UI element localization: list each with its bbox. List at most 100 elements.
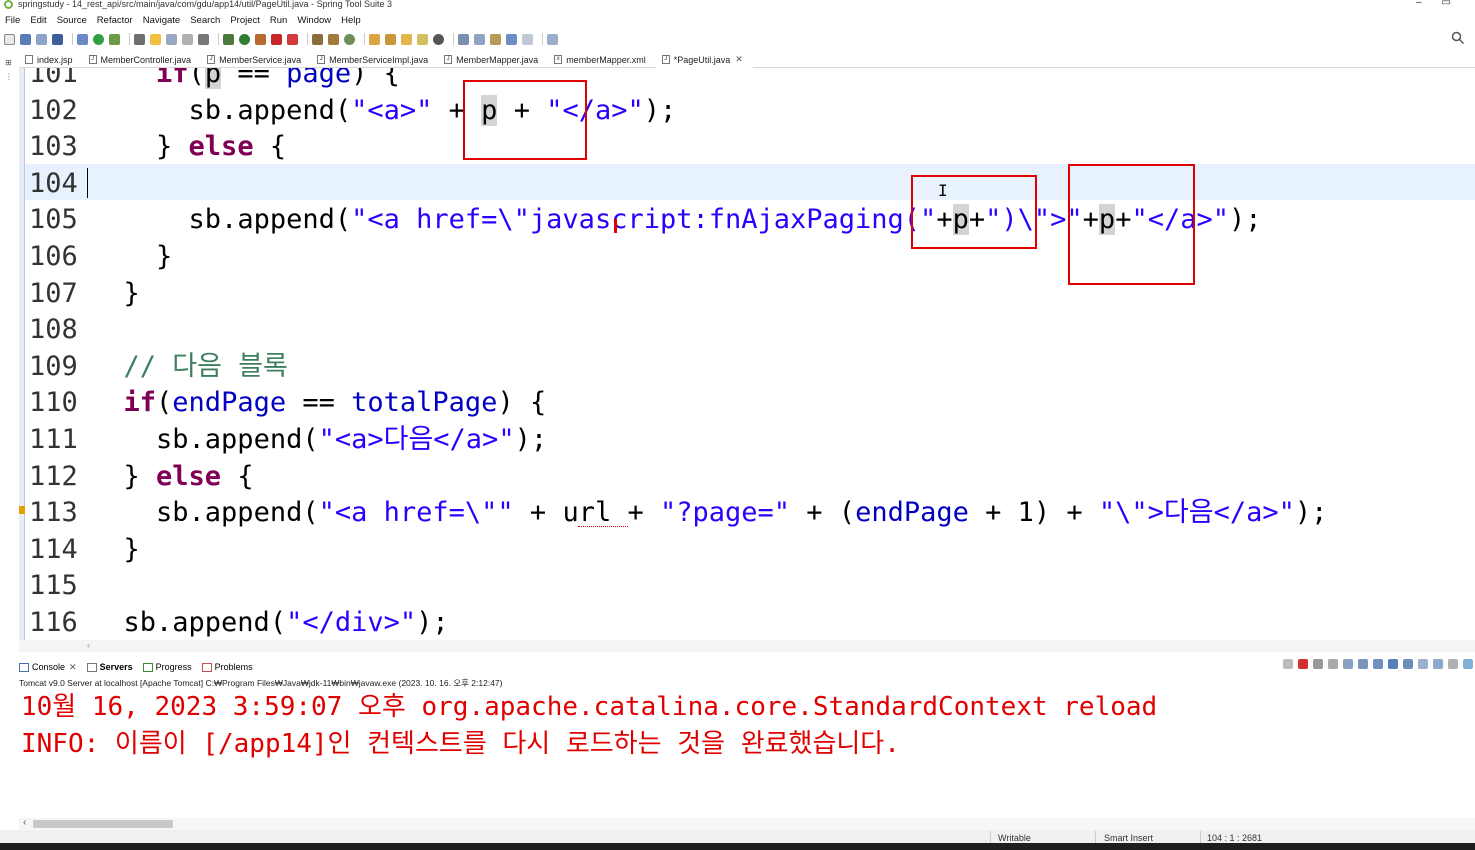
block-selection-icon[interactable] (166, 33, 177, 45)
tab-label: memberMapper.xml (566, 54, 646, 65)
menu-file[interactable]: File (5, 15, 20, 26)
remove-launch-icon[interactable] (1313, 659, 1323, 669)
pilcrow-icon[interactable] (198, 33, 209, 45)
tab-label: Progress (155, 662, 192, 672)
stop-icon[interactable] (271, 33, 282, 45)
console-horizontal-scrollbar[interactable]: ‹ (19, 817, 1475, 830)
debug-icon[interactable] (223, 33, 234, 45)
menu-source[interactable]: Source (57, 15, 87, 26)
outline-icon[interactable]: ⋮ (5, 72, 13, 81)
open-type-icon[interactable] (369, 33, 380, 45)
save-all-icon[interactable] (36, 33, 47, 45)
line-number: 115 (29, 570, 78, 602)
forward-icon[interactable] (522, 33, 533, 45)
save-icon[interactable] (20, 33, 31, 45)
tab-page-util[interactable]: J *PageUtil.java ✕ (655, 51, 753, 68)
string-literal: "<a>다음</a>" (318, 423, 515, 455)
coverage-icon[interactable] (255, 33, 266, 45)
menu-edit[interactable]: Edit (30, 15, 46, 26)
show-on-output-icon[interactable] (1373, 659, 1383, 669)
new-java-package-icon[interactable] (312, 33, 323, 45)
globe-icon[interactable] (433, 33, 444, 45)
toolbar-separator (364, 33, 365, 45)
annotation-box (1068, 164, 1195, 285)
minimize-icon[interactable]: – (1416, 0, 1442, 8)
toolbar-separator (307, 33, 308, 45)
open-console-icon[interactable] (1433, 659, 1443, 669)
status-insert-mode: Smart Insert (1104, 833, 1154, 843)
tab-label: MemberMapper.java (456, 54, 539, 65)
new-web-icon[interactable] (344, 33, 355, 45)
tab-servers[interactable]: Servers (86, 662, 133, 672)
toggle-mark-occurrences-icon[interactable] (134, 33, 145, 45)
show-on-error-icon[interactable] (1388, 659, 1398, 669)
highlight-icon[interactable] (150, 33, 161, 45)
tab-problems[interactable]: Problems (201, 662, 253, 672)
code-editor[interactable]: 101 if(p == page) { 102 sb.append("<a>" … (19, 68, 1475, 640)
menu-window[interactable]: Window (297, 15, 331, 26)
console-toolbar (1283, 659, 1473, 669)
tab-member-controller[interactable]: J MemberController.java (83, 52, 202, 68)
tab-member-mapper-java[interactable]: J MemberMapper.java (438, 52, 548, 68)
search-icon[interactable] (1451, 31, 1465, 45)
scrollbar-thumb[interactable] (33, 820, 173, 828)
warning-marker-icon[interactable] (19, 506, 25, 514)
tab-console[interactable]: Console ✕ (19, 662, 77, 673)
next-annotation-icon[interactable] (458, 33, 469, 45)
scroll-lock-icon[interactable] (1283, 659, 1293, 669)
tab-progress[interactable]: Progress (142, 662, 192, 672)
close-icon[interactable]: ✕ (69, 662, 77, 673)
search-toolbar-icon[interactable] (417, 33, 428, 45)
tab-index-jsp[interactable]: index.jsp (19, 52, 83, 68)
console-output[interactable]: 10월 16, 2023 3:59:07 오후 org.apache.catal… (21, 689, 1157, 763)
menu-refactor[interactable]: Refactor (97, 15, 133, 26)
pen-icon[interactable] (401, 33, 412, 45)
last-edit-location-icon[interactable] (490, 33, 501, 45)
print-icon[interactable] (52, 33, 63, 45)
package-explorer-icon[interactable]: ⊞ (5, 58, 12, 67)
menu-help[interactable]: Help (341, 15, 361, 26)
show-whitespace-icon[interactable] (182, 33, 193, 45)
menu-navigate[interactable]: Navigate (143, 15, 181, 26)
line-number: 104 (29, 167, 78, 199)
previous-annotation-icon[interactable] (474, 33, 485, 45)
external-tools-icon[interactable] (287, 33, 298, 45)
tab-member-mapper-xml[interactable]: x memberMapper.xml (548, 52, 656, 68)
scroll-left-icon[interactable]: ‹ (87, 640, 90, 650)
display-console-icon[interactable] (1418, 659, 1428, 669)
code-text: + 1) + (968, 497, 1099, 529)
java-file-icon: J (207, 55, 216, 64)
code-text: sb.append( (156, 423, 319, 455)
new-icon[interactable] (4, 33, 15, 45)
open-resource-icon[interactable] (385, 33, 396, 45)
minimize-panel-icon[interactable] (1448, 659, 1458, 669)
run-icon[interactable] (239, 33, 250, 45)
tab-member-service[interactable]: J MemberService.java (201, 52, 311, 68)
remove-all-terminated-icon[interactable] (1328, 659, 1338, 669)
spring-boot-icon[interactable] (93, 33, 104, 45)
jsp-file-icon (25, 55, 33, 64)
pin-editor-icon[interactable] (547, 33, 558, 45)
menu-project[interactable]: Project (230, 15, 260, 26)
clear-console-icon[interactable] (1343, 659, 1353, 669)
scroll-left-icon[interactable]: ‹ (23, 817, 26, 828)
code-text: sb.append( (156, 497, 319, 529)
menu-search[interactable]: Search (190, 15, 220, 26)
close-icon[interactable]: ✕ (735, 54, 743, 65)
restore-icon[interactable]: ▭ (1442, 0, 1471, 8)
skip-breakpoints-icon[interactable] (77, 33, 88, 45)
refresh-icon[interactable] (109, 33, 120, 45)
new-class-icon[interactable] (328, 33, 339, 45)
terminate-icon[interactable] (1298, 659, 1308, 669)
menu-run[interactable]: Run (270, 15, 287, 26)
editor-horizontal-scrollbar[interactable]: ‹ (19, 640, 1475, 652)
pin-console-icon[interactable] (1403, 659, 1413, 669)
tab-member-service-impl[interactable]: J MemberServiceImpl.java (311, 52, 438, 68)
line-number: 105 (29, 204, 78, 236)
tab-label: MemberController.java (100, 54, 192, 65)
annotation-box (911, 175, 1037, 249)
maximize-panel-icon[interactable] (1463, 659, 1473, 669)
word-wrap-icon[interactable] (1358, 659, 1368, 669)
back-icon[interactable] (506, 33, 517, 45)
code-text: ) { (497, 387, 547, 419)
